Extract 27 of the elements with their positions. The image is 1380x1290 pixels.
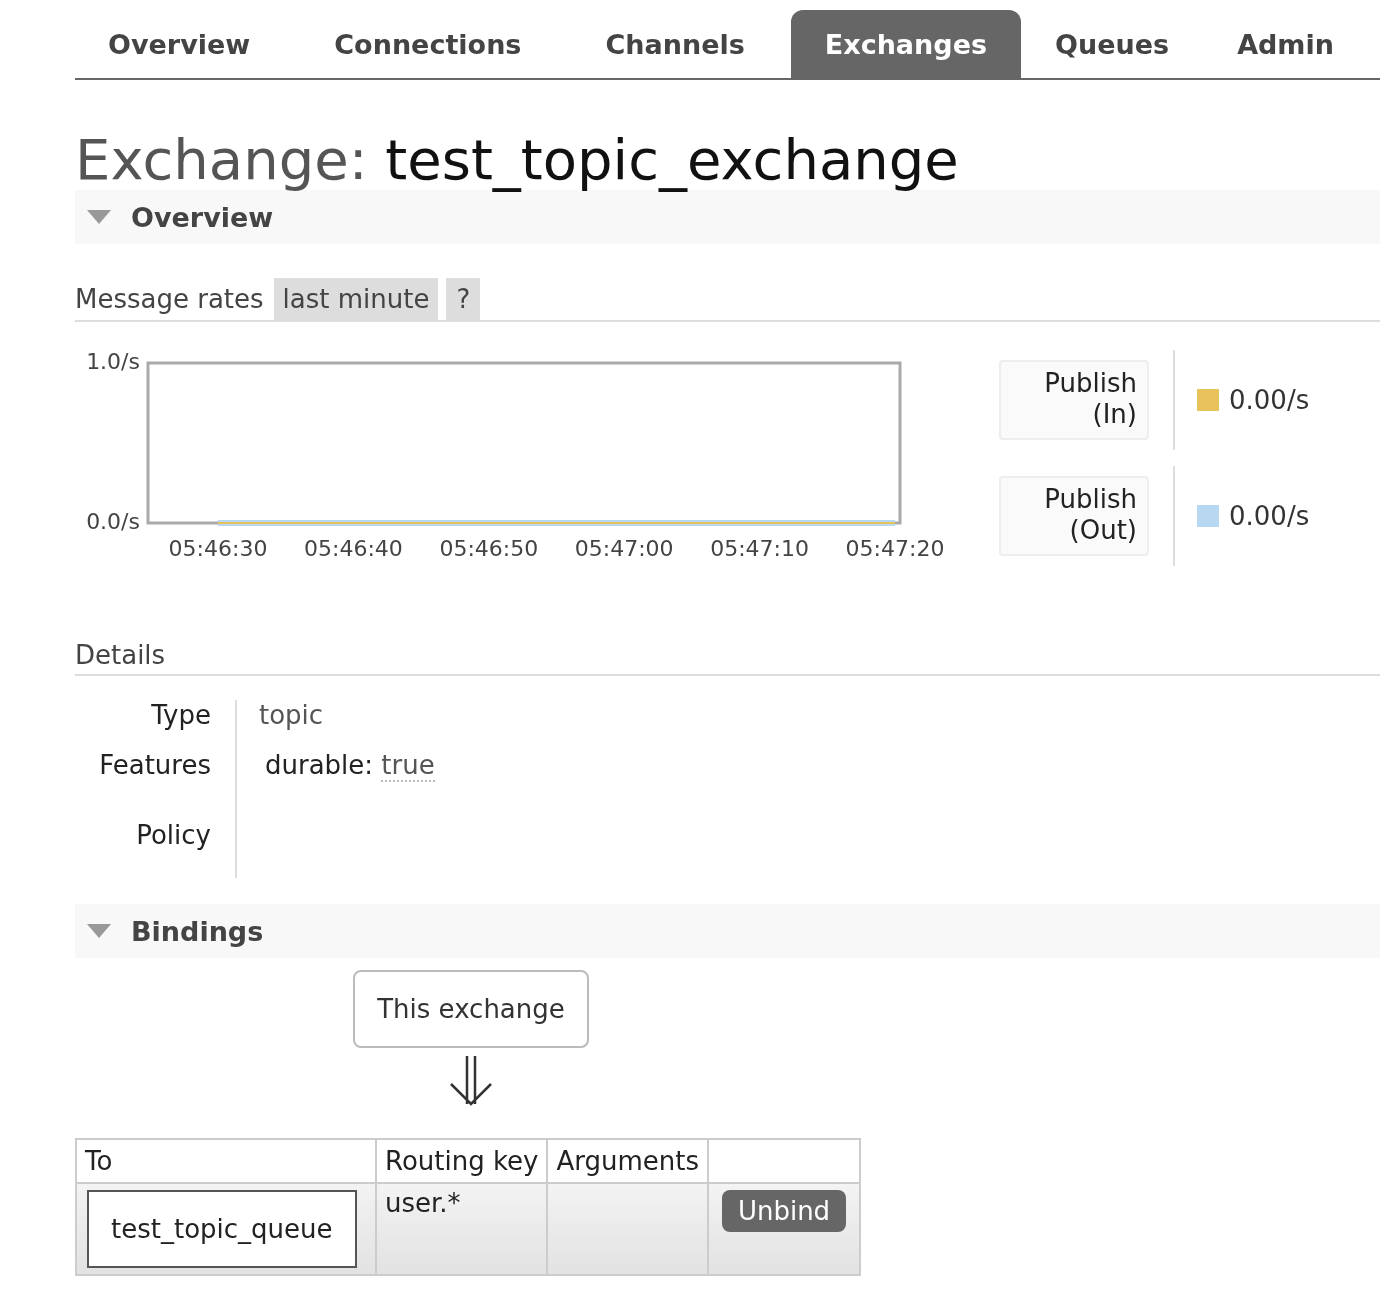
field-label: Policy xyxy=(136,820,211,850)
page-title-label: Exchange: xyxy=(75,127,368,192)
y-axis-label: 1.0/s xyxy=(86,350,140,374)
legend-label: Publish (Out) xyxy=(999,476,1149,556)
table-cell: user.* xyxy=(376,1183,548,1275)
rate-value: 0.00/s xyxy=(1229,501,1310,531)
column-header: To xyxy=(76,1139,376,1183)
x-axis-label: 05:46:50 xyxy=(439,536,539,561)
x-axis-label: 05:46:30 xyxy=(168,536,268,561)
feature-key: durable: xyxy=(265,750,374,780)
section-title: Overview xyxy=(131,201,274,233)
details-heading: Details xyxy=(75,640,1380,676)
section-title: Bindings xyxy=(131,915,264,947)
x-axis-label: 05:47:20 xyxy=(845,536,945,561)
exchange-node: This exchange xyxy=(353,970,589,1048)
exchange-name: test_topic_exchange xyxy=(385,127,959,192)
message-rates-label: Message rates xyxy=(75,284,264,314)
field-label: Type xyxy=(151,700,211,730)
type-value: topic xyxy=(259,700,325,730)
x-axis-label: 05:47:10 xyxy=(710,536,809,561)
y-axis-label: 0.0/s xyxy=(86,509,140,534)
feature-value: true xyxy=(381,750,435,782)
x-axis-label: 05:47:00 xyxy=(574,536,674,561)
rate-value: 0.00/s xyxy=(1229,385,1310,415)
legend-label: Publish (In) xyxy=(999,360,1149,440)
x-axis-label: 05:46:40 xyxy=(304,536,403,561)
field-label: Features xyxy=(99,750,211,780)
